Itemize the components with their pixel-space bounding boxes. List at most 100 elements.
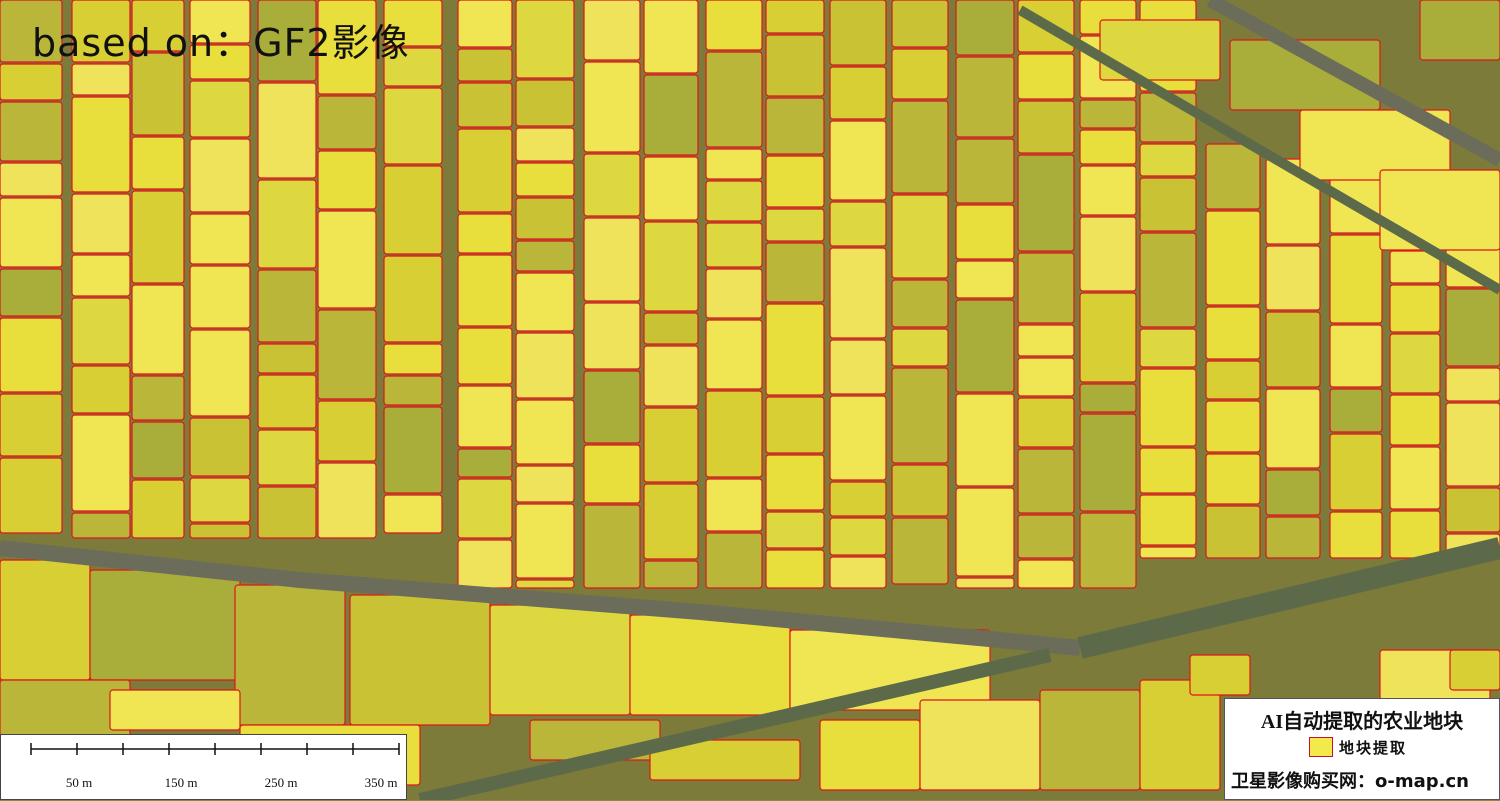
field-parcel — [643, 156, 699, 221]
field-parcel — [643, 221, 699, 312]
field-parcel — [955, 0, 1015, 56]
field-parcel — [765, 454, 825, 511]
field-parcel — [0, 63, 63, 101]
field-parcel — [643, 407, 699, 483]
field-parcel — [1445, 402, 1500, 487]
field-parcel — [457, 448, 513, 478]
field-parcel — [829, 120, 887, 201]
field-parcel — [955, 138, 1015, 204]
field-parcel — [891, 517, 949, 585]
field-parcel — [1017, 324, 1075, 357]
field-parcel — [1139, 494, 1197, 546]
field-parcel — [515, 0, 575, 79]
field-parcel — [457, 0, 513, 48]
field-parcel — [1189, 654, 1251, 696]
field-parcel — [891, 48, 949, 100]
legend-panel: AI自动提取的农业地块 地块提取 卫星影像购买网：o-map.cn — [1224, 698, 1500, 800]
field-parcel — [71, 365, 131, 414]
field-parcel — [189, 213, 251, 265]
field-parcel — [583, 444, 641, 504]
field-parcel — [257, 82, 317, 179]
field-parcel — [189, 523, 251, 539]
field-parcel — [1079, 99, 1137, 129]
field-parcel — [643, 483, 699, 560]
field-parcel — [829, 481, 887, 517]
field-parcel — [349, 594, 491, 726]
field-parcel — [829, 395, 887, 481]
field-parcel — [131, 190, 185, 284]
field-parcel — [189, 329, 251, 417]
field-parcel — [515, 503, 575, 579]
scale-tick-label: 350 m — [364, 775, 398, 790]
field-parcel — [1039, 689, 1141, 791]
field-parcel — [383, 165, 443, 255]
field-parcel — [1017, 357, 1075, 397]
field-parcel — [0, 101, 63, 162]
field-parcel — [955, 393, 1015, 487]
field-parcel — [71, 254, 131, 297]
field-parcel — [705, 0, 763, 51]
scale-tick-label: 50 m — [65, 775, 93, 790]
field-parcel — [234, 584, 346, 726]
field-parcel — [891, 464, 949, 517]
field-parcel — [71, 96, 131, 193]
field-parcel — [1419, 0, 1500, 61]
field-parcel — [257, 269, 317, 343]
field-parcel — [765, 511, 825, 549]
field-parcel — [1017, 514, 1075, 559]
field-parcel — [457, 254, 513, 327]
field-parcel — [765, 303, 825, 396]
field-parcel — [131, 479, 185, 539]
satellite-map[interactable] — [0, 0, 1500, 800]
field-parcel — [71, 297, 131, 365]
field-parcel — [955, 260, 1015, 299]
field-parcel — [765, 549, 825, 589]
field-parcel — [1449, 649, 1500, 691]
field-parcel — [0, 317, 63, 393]
field-parcel — [515, 465, 575, 503]
field-parcel — [0, 559, 91, 681]
field-parcel — [705, 222, 763, 268]
field-parcel — [1079, 216, 1137, 292]
field-parcel — [1329, 324, 1383, 388]
field-parcel — [71, 414, 131, 512]
field-parcel — [257, 179, 317, 269]
field-parcel — [583, 370, 641, 444]
field-parcel — [1265, 311, 1321, 388]
field-parcel — [1205, 306, 1261, 360]
field-parcel — [1079, 383, 1137, 413]
field-parcel — [1139, 368, 1197, 447]
field-parcel — [955, 299, 1015, 393]
field-parcel — [1139, 177, 1197, 232]
field-parcel — [891, 367, 949, 464]
field-parcel — [1265, 388, 1321, 469]
field-parcel — [515, 579, 575, 589]
field-parcel — [829, 339, 887, 395]
field-parcel — [457, 128, 513, 213]
field-parcel — [705, 51, 763, 148]
field-parcel — [583, 0, 641, 61]
field-parcel — [765, 208, 825, 242]
field-parcel — [705, 268, 763, 319]
field-parcel — [829, 0, 887, 66]
field-parcel — [643, 345, 699, 407]
field-parcel — [705, 532, 763, 589]
watermark: 卫星影像购买网：o-map.cn — [1231, 771, 1469, 792]
field-parcel — [643, 74, 699, 156]
field-parcel — [583, 217, 641, 302]
field-parcel — [891, 328, 949, 367]
field-parcel — [383, 343, 443, 375]
field-parcel — [1079, 165, 1137, 216]
field-parcel — [891, 194, 949, 279]
field-parcel — [1205, 453, 1261, 505]
field-parcel — [515, 162, 575, 197]
field-parcel — [583, 153, 641, 217]
field-parcel — [317, 210, 377, 309]
field-parcel — [189, 477, 251, 523]
field-parcel — [257, 486, 317, 539]
field-parcel — [1329, 511, 1383, 559]
field-parcel — [1139, 447, 1197, 494]
field-parcel — [1139, 328, 1197, 368]
field-parcel — [489, 604, 631, 716]
field-parcel — [819, 719, 921, 791]
